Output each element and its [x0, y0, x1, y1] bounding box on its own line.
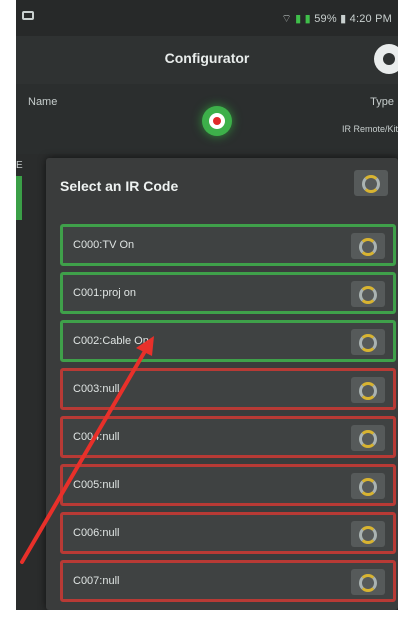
annotation-arrow — [20, 336, 154, 564]
annotation-arrow-line — [20, 344, 150, 564]
